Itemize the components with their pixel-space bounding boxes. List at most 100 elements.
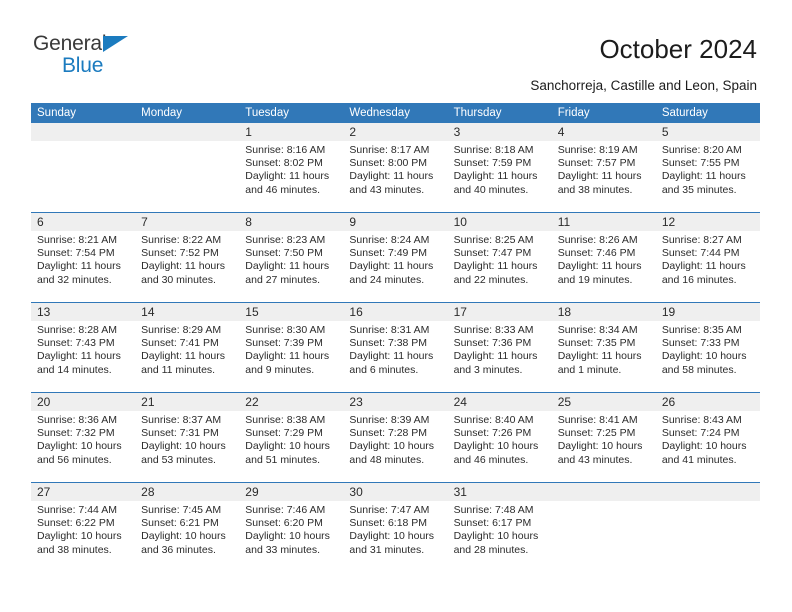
day-detail-line: Daylight: 11 hours <box>245 350 330 363</box>
day-cell[interactable]: Sunrise: 8:39 AM Sunset: 7:28 PM Daylight:… <box>343 411 447 482</box>
day-number-empty <box>552 483 656 501</box>
day-number[interactable]: 14 <box>135 303 239 321</box>
day-number[interactable]: 7 <box>135 213 239 231</box>
day-detail-line: Sunset: 7:49 PM <box>349 247 428 260</box>
day-detail-line: Sunset: 7:38 PM <box>349 337 428 350</box>
day-detail-line: and 16 minutes. <box>661 273 737 286</box>
day-number[interactable]: 13 <box>31 303 135 321</box>
day-cell[interactable]: Sunrise: 8:16 AM Sunset: 8:02 PM Daylight:… <box>239 141 343 212</box>
day-cell[interactable]: Sunrise: 8:19 AM Sunset: 7:57 PM Daylight:… <box>552 141 656 212</box>
day-detail-line: Sunrise: 7:46 AM <box>245 504 326 516</box>
day-detail-line: Daylight: 11 hours <box>557 170 642 183</box>
day-cell[interactable]: Sunrise: 8:18 AM Sunset: 7:59 PM Daylight:… <box>448 141 552 212</box>
day-number[interactable]: 26 <box>656 393 760 411</box>
day-number[interactable]: 18 <box>552 303 656 321</box>
day-cell[interactable]: Sunrise: 8:33 AM Sunset: 7:36 PM Daylight:… <box>448 321 552 392</box>
day-detail-line: Sunrise: 8:25 AM <box>453 234 534 246</box>
day-detail-line: Sunrise: 8:19 AM <box>557 144 638 156</box>
day-detail-line: Daylight: 11 hours <box>37 260 121 273</box>
day-detail-line: Sunset: 6:22 PM <box>37 517 115 530</box>
day-cell[interactable]: Sunrise: 8:25 AM Sunset: 7:47 PM Daylight:… <box>448 231 552 302</box>
day-cell[interactable]: Sunrise: 8:22 AM Sunset: 7:52 PM Daylight:… <box>135 231 239 302</box>
day-cell[interactable]: Sunrise: 8:34 AM Sunset: 7:35 PM Daylight:… <box>552 321 656 392</box>
day-number[interactable]: 17 <box>448 303 552 321</box>
day-number[interactable]: 29 <box>239 483 343 501</box>
day-cell[interactable]: Sunrise: 8:24 AM Sunset: 7:49 PM Daylight:… <box>343 231 447 302</box>
day-cell[interactable]: Sunrise: 7:45 AM Sunset: 6:21 PM Daylight:… <box>135 501 239 572</box>
day-cell[interactable]: Sunrise: 7:47 AM Sunset: 6:18 PM Daylight:… <box>343 501 447 572</box>
day-detail-line: and 48 minutes. <box>349 453 425 466</box>
day-detail-line: Sunset: 7:44 PM <box>661 247 740 260</box>
day-number[interactable]: 20 <box>31 393 135 411</box>
day-detail-line: Sunrise: 8:16 AM <box>245 144 326 156</box>
day-cell[interactable]: Sunrise: 7:46 AM Sunset: 6:20 PM Daylight:… <box>239 501 343 572</box>
day-number[interactable]: 6 <box>31 213 135 231</box>
day-cell[interactable]: Sunrise: 7:48 AM Sunset: 6:17 PM Daylight:… <box>448 501 552 572</box>
day-cell[interactable]: Sunrise: 8:23 AM Sunset: 7:50 PM Daylight:… <box>239 231 343 302</box>
day-cell[interactable]: Sunrise: 8:35 AM Sunset: 7:33 PM Daylight:… <box>656 321 760 392</box>
day-number[interactable]: 1 <box>239 123 343 141</box>
day-cell-empty <box>552 501 656 572</box>
day-number[interactable]: 11 <box>552 213 656 231</box>
day-number[interactable]: 23 <box>343 393 447 411</box>
day-number[interactable]: 3 <box>448 123 552 141</box>
day-cell[interactable]: Sunrise: 8:41 AM Sunset: 7:25 PM Daylight:… <box>552 411 656 482</box>
day-cell[interactable]: Sunrise: 7:44 AM Sunset: 6:22 PM Daylight:… <box>31 501 135 572</box>
day-detail-line: Sunset: 7:52 PM <box>141 247 219 260</box>
day-cell[interactable]: Sunrise: 8:30 AM Sunset: 7:39 PM Daylight:… <box>239 321 343 392</box>
day-cell[interactable]: Sunrise: 8:27 AM Sunset: 7:44 PM Daylight:… <box>656 231 760 302</box>
day-number[interactable]: 25 <box>552 393 656 411</box>
day-number[interactable]: 16 <box>343 303 447 321</box>
general-blue-logo[interactable]: General Blue <box>33 33 233 83</box>
day-detail-line: and 33 minutes. <box>245 543 320 556</box>
day-detail-line: Sunrise: 8:39 AM <box>349 414 430 426</box>
day-number[interactable]: 24 <box>448 393 552 411</box>
day-detail-line: Daylight: 11 hours <box>661 170 746 183</box>
day-cell[interactable]: Sunrise: 8:40 AM Sunset: 7:26 PM Daylight:… <box>448 411 552 482</box>
day-number[interactable]: 27 <box>31 483 135 501</box>
day-number[interactable]: 21 <box>135 393 239 411</box>
day-cell[interactable]: Sunrise: 8:43 AM Sunset: 7:24 PM Daylight:… <box>656 411 760 482</box>
week-daynumber-band: 20 21 22 23 24 25 26 <box>31 393 760 411</box>
day-cell[interactable]: Sunrise: 8:37 AM Sunset: 7:31 PM Daylight:… <box>135 411 239 482</box>
day-number[interactable]: 31 <box>448 483 552 501</box>
day-detail-line: and 30 minutes. <box>141 273 216 286</box>
day-cell[interactable]: Sunrise: 8:29 AM Sunset: 7:41 PM Daylight:… <box>135 321 239 392</box>
day-detail-line: Daylight: 10 hours <box>245 530 330 543</box>
weekday-header-tuesday: Tuesday <box>245 107 289 119</box>
day-number[interactable]: 4 <box>552 123 656 141</box>
day-number[interactable]: 19 <box>656 303 760 321</box>
weekday-header-thursday: Thursday <box>453 107 502 119</box>
day-detail-line: Daylight: 11 hours <box>453 350 538 363</box>
day-number[interactable]: 9 <box>343 213 447 231</box>
day-detail-line: Daylight: 10 hours <box>349 530 435 543</box>
day-cell[interactable]: Sunrise: 8:20 AM Sunset: 7:55 PM Daylight:… <box>656 141 760 212</box>
day-number[interactable]: 22 <box>239 393 343 411</box>
day-number[interactable]: 5 <box>656 123 760 141</box>
triangle-icon <box>103 36 128 52</box>
day-cell[interactable]: Sunrise: 8:36 AM Sunset: 7:32 PM Daylight:… <box>31 411 135 482</box>
day-cell-empty <box>135 141 239 212</box>
day-cell[interactable]: Sunrise: 8:17 AM Sunset: 8:00 PM Daylight:… <box>343 141 447 212</box>
day-detail-line: Sunset: 8:02 PM <box>245 157 323 170</box>
day-cell[interactable]: Sunrise: 8:26 AM Sunset: 7:46 PM Daylight:… <box>552 231 656 302</box>
day-cell[interactable]: Sunrise: 8:31 AM Sunset: 7:38 PM Daylight:… <box>343 321 447 392</box>
day-detail-line: Sunrise: 8:20 AM <box>661 144 742 156</box>
day-cell[interactable]: Sunrise: 8:28 AM Sunset: 7:43 PM Daylight:… <box>31 321 135 392</box>
day-detail-line: Sunset: 7:26 PM <box>453 427 532 440</box>
day-detail-line: and 43 minutes. <box>349 183 425 196</box>
day-cell[interactable]: Sunrise: 8:21 AM Sunset: 7:54 PM Daylight:… <box>31 231 135 302</box>
day-number[interactable]: 28 <box>135 483 239 501</box>
day-number[interactable]: 2 <box>343 123 447 141</box>
day-number[interactable]: 30 <box>343 483 447 501</box>
day-detail-line: and 1 minute. <box>557 363 622 376</box>
day-number[interactable]: 10 <box>448 213 552 231</box>
day-number[interactable]: 15 <box>239 303 343 321</box>
day-number[interactable]: 12 <box>656 213 760 231</box>
day-number[interactable]: 8 <box>239 213 343 231</box>
day-detail-line: Sunrise: 8:22 AM <box>141 234 222 246</box>
day-detail-line: Sunset: 6:21 PM <box>141 517 219 530</box>
day-detail-line: Daylight: 10 hours <box>453 530 539 543</box>
day-cell[interactable]: Sunrise: 8:38 AM Sunset: 7:29 PM Daylight:… <box>239 411 343 482</box>
day-detail-line: and 43 minutes. <box>557 453 633 466</box>
